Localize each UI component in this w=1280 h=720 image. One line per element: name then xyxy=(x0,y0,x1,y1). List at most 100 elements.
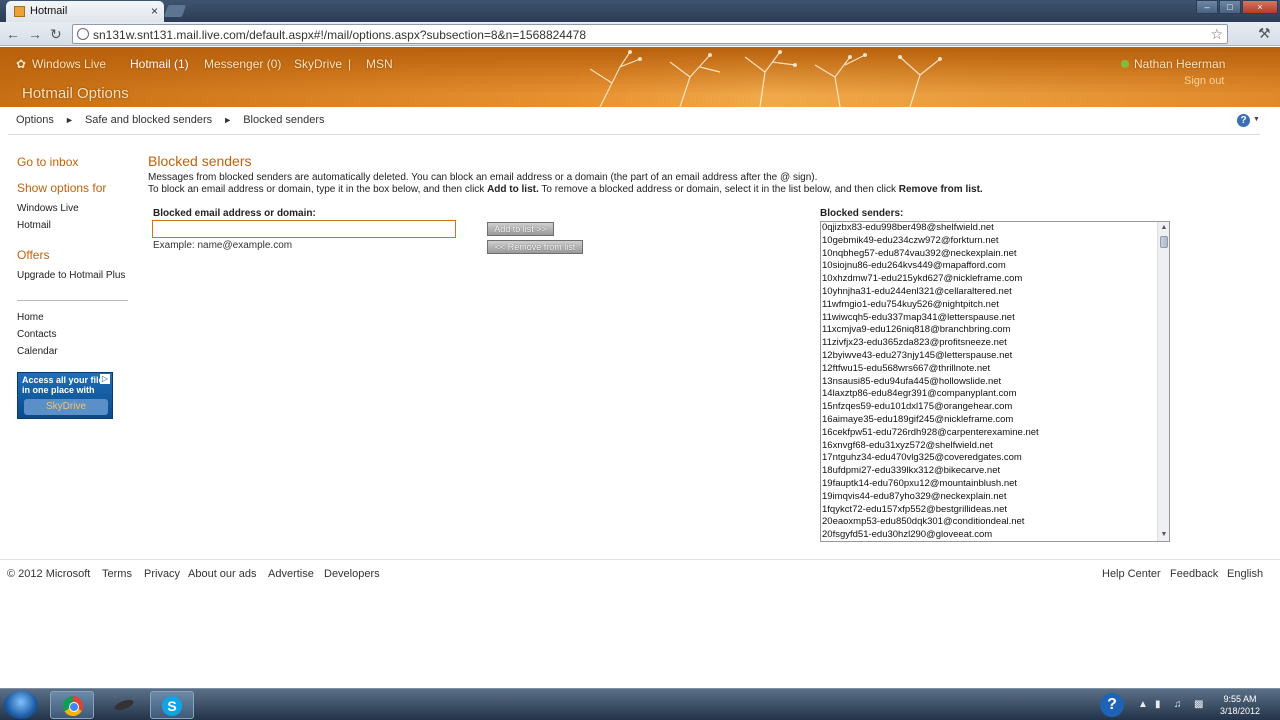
list-item[interactable]: 10siojnu86-edu264kvs449@mapafford.com xyxy=(821,260,1169,273)
taskbar-skype[interactable]: S xyxy=(150,691,194,719)
list-item[interactable]: 20fsgyfd51-edu30hzl290@gloveeat.com xyxy=(821,529,1169,541)
list-item[interactable]: 12ftfwu15-edu568wrs667@thrillnote.net xyxy=(821,363,1169,376)
list-scrollbar[interactable]: ▲ ▼ xyxy=(1157,222,1169,541)
add-to-list-button[interactable]: Add to list >> xyxy=(487,222,554,236)
list-item[interactable]: 0qjizbx83-edu998ber498@shelfwield.net xyxy=(821,222,1169,235)
scroll-up-icon[interactable]: ▲ xyxy=(1159,223,1169,233)
list-item[interactable]: 11zivfjx23-edu365zda823@profitsneeze.net xyxy=(821,337,1169,350)
sidebar-item-contacts[interactable]: Contacts xyxy=(17,329,56,340)
ad-line-1: Access all your files xyxy=(22,375,109,385)
user-name[interactable]: Nathan Heerman xyxy=(1134,57,1225,71)
address-bar[interactable]: sn131w.snt131.mail.live.com/default.aspx… xyxy=(72,24,1228,44)
ad-skydrive-button[interactable]: SkyDrive xyxy=(24,399,108,415)
window-minimize-button[interactable]: – xyxy=(1196,0,1218,14)
skype-icon: S xyxy=(162,696,182,716)
description-2-prefix: To block an email address or domain, typ… xyxy=(148,184,488,195)
footer-privacy-link[interactable]: Privacy xyxy=(144,568,180,580)
footer-help-center-link[interactable]: Help Center xyxy=(1102,568,1161,580)
list-item[interactable]: 10nqbheg57-edu874vau392@neckexplain.net xyxy=(821,248,1169,261)
footer-advertise-link[interactable]: Advertise xyxy=(268,568,314,580)
bookmark-star-icon[interactable]: ☆ xyxy=(1210,26,1223,43)
browser-tab[interactable]: Hotmail × xyxy=(6,1,164,22)
list-item[interactable]: 10gebmik49-edu234czw972@forkturn.net xyxy=(821,235,1169,248)
sidebar-item-home[interactable]: Home xyxy=(17,312,44,323)
taskbar-chrome[interactable] xyxy=(50,691,94,719)
blocked-senders-list[interactable]: 0qjizbx83-edu998ber498@shelfwield.net 10g… xyxy=(820,221,1170,542)
footer-developers-link[interactable]: Developers xyxy=(324,568,380,580)
footer-about-ads-link[interactable]: About our ads xyxy=(188,568,257,580)
taskbar-mouse-app[interactable] xyxy=(102,691,146,719)
list-item[interactable]: 16aimaye35-edu189gif245@nickleframe.com xyxy=(821,414,1169,427)
list-item[interactable]: 20eaoxmp53-edu850dqk301@conditiondeal.ne… xyxy=(821,516,1169,529)
tray-volume-icon[interactable]: ♫ xyxy=(1174,699,1182,710)
remove-from-list-button[interactable]: << Remove from list xyxy=(487,240,583,254)
new-tab-button[interactable] xyxy=(163,5,187,17)
breadcrumb-safe-and-blocked[interactable]: Safe and blocked senders xyxy=(85,114,212,126)
footer-terms-link[interactable]: Terms xyxy=(102,568,132,580)
footer-feedback-link[interactable]: Feedback xyxy=(1170,568,1218,580)
help-caret-icon[interactable]: ▼ xyxy=(1253,116,1260,123)
wrench-menu-icon[interactable]: ⚒ xyxy=(1258,25,1271,42)
address-url[interactable]: sn131w.snt131.mail.live.com/default.aspx… xyxy=(93,28,586,42)
footer-divider xyxy=(0,559,1280,560)
sidebar-item-hotmail[interactable]: Hotmail xyxy=(17,220,51,231)
header-branches-decoration xyxy=(589,50,942,107)
back-arrow-icon[interactable]: ← xyxy=(6,26,20,42)
nav-skydrive[interactable]: SkyDrive xyxy=(294,57,342,71)
nav-messenger[interactable]: Messenger (0) xyxy=(204,57,281,71)
start-button[interactable] xyxy=(4,691,38,719)
sign-out-link[interactable]: Sign out xyxy=(1184,75,1224,87)
list-item[interactable]: 10xhzdmw71-edu215ykd627@nickleframe.com xyxy=(821,273,1169,286)
help-icon[interactable]: ? xyxy=(1237,114,1250,127)
tray-help-icon[interactable]: ? xyxy=(1100,693,1124,717)
list-item[interactable]: 11wfmgio1-edu754kuy526@nightpitch.net xyxy=(821,299,1169,312)
blocked-address-input[interactable] xyxy=(152,220,456,238)
hotmail-favicon-icon xyxy=(14,6,25,17)
list-item[interactable]: 12byiwve43-edu273njy145@letterspause.net xyxy=(821,350,1169,363)
list-item[interactable]: 19fauptk14-edu760pxu12@mountainblush.net xyxy=(821,478,1169,491)
list-item[interactable]: 17ntguhz34-edu470vlg325@coveredgates.com xyxy=(821,452,1169,465)
taskbar: S ? ▲ ▮ ♫ ▩ 9:55 AM 3/18/2012 xyxy=(0,688,1280,720)
nav-msn[interactable]: MSN xyxy=(366,57,393,71)
list-item[interactable]: 1fqykct72-edu157xfp552@bestgrillideas.ne… xyxy=(821,504,1169,517)
list-item[interactable]: 19imqvis44-edu87yho329@neckexplain.net xyxy=(821,491,1169,504)
breadcrumb: Options ► Safe and blocked senders ► Blo… xyxy=(16,114,325,126)
tray-device-icon[interactable]: ▮ xyxy=(1155,699,1161,710)
ad-choices-icon[interactable]: ▷ xyxy=(100,374,110,384)
list-item[interactable]: 15nfzqes59-edu101dxl175@orangehear.com xyxy=(821,401,1169,414)
list-item[interactable]: 18ufdpmi27-edu339lkx312@bikecarve.net xyxy=(821,465,1169,478)
sidebar-item-windows-live[interactable]: Windows Live xyxy=(17,203,79,214)
scroll-down-icon[interactable]: ▼ xyxy=(1159,530,1169,540)
skydrive-ad-banner[interactable]: Access all your files in one place with … xyxy=(17,372,113,419)
tray-expand-icon[interactable]: ▲ xyxy=(1138,699,1148,710)
list-item[interactable]: 16xnvgf68-edu31xyz572@shelfwield.net xyxy=(821,440,1169,453)
list-item[interactable]: 10yhnjha31-edu244enl321@cellaraltered.ne… xyxy=(821,286,1169,299)
nav-windows-live[interactable]: Windows Live xyxy=(32,57,106,71)
system-clock[interactable]: 9:55 AM 3/18/2012 xyxy=(1216,693,1264,717)
ad-line-2: in one place with xyxy=(22,385,95,395)
breadcrumb-options[interactable]: Options xyxy=(16,114,54,126)
list-item[interactable]: 14laxztp86-edu84egr391@companyplant.com xyxy=(821,388,1169,401)
breadcrumb-separator-icon: ► xyxy=(64,115,74,125)
go-to-inbox-link[interactable]: Go to inbox xyxy=(17,155,78,169)
blocked-address-label: Blocked email address or domain: xyxy=(153,208,316,219)
upgrade-hotmail-plus-link[interactable]: Upgrade to Hotmail Plus xyxy=(17,270,125,281)
forward-arrow-icon[interactable]: → xyxy=(28,26,42,42)
tray-network-icon[interactable]: ▩ xyxy=(1194,699,1203,710)
chrome-logo-icon xyxy=(63,696,83,716)
sidebar-item-calendar[interactable]: Calendar xyxy=(17,346,58,357)
footer-language-link[interactable]: English xyxy=(1227,568,1263,580)
window-maximize-button[interactable]: □ xyxy=(1219,0,1241,14)
reload-icon[interactable]: ↻ xyxy=(50,26,62,43)
list-item[interactable]: 16cekfpw51-edu726rdh928@carpenterexamine… xyxy=(821,427,1169,440)
blocked-senders-label: Blocked senders: xyxy=(820,208,904,219)
breadcrumb-blocked-senders: Blocked senders xyxy=(243,114,325,126)
tab-close-icon[interactable]: × xyxy=(151,4,158,18)
browser-tabstrip: Hotmail × – □ × xyxy=(0,0,1280,22)
nav-hotmail[interactable]: Hotmail (1) xyxy=(130,57,189,71)
scroll-thumb[interactable] xyxy=(1160,236,1168,248)
list-item[interactable]: 13nsausi85-edu94ufa445@hollowslide.net xyxy=(821,376,1169,389)
window-close-button[interactable]: × xyxy=(1242,0,1278,14)
list-item[interactable]: 11xcmjva9-edu126niq818@branchbring.com xyxy=(821,324,1169,337)
list-item[interactable]: 11wiwcqh5-edu337map341@letterspause.net xyxy=(821,312,1169,325)
